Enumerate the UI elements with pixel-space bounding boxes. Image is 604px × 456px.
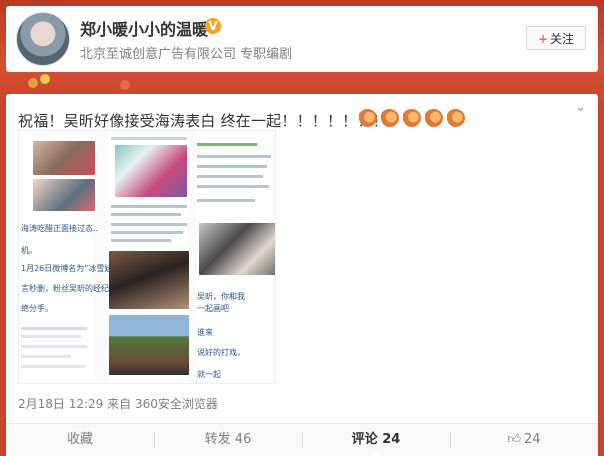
post-card: ⌄ 祝福！吴昕好像接受海涛表白 终在一起！！！！！！！ 海涛吃醋正面接过态.. … (6, 94, 598, 456)
repost-count: 46 (234, 432, 252, 447)
verify-text: 北京至诚创意广告有限公司 专职编剧 (80, 47, 293, 62)
photo-thumb (109, 315, 189, 375)
source-prefix: 来自 (107, 397, 132, 411)
text-line (197, 199, 255, 202)
clap-emoji-icon (380, 109, 399, 127)
favorite-label: 收藏 (66, 432, 93, 447)
text-line (111, 223, 187, 226)
like-count: 24 (524, 432, 541, 447)
text-line (111, 205, 187, 208)
decor-dot (40, 74, 50, 84)
follow-button[interactable]: + 关注 (526, 26, 586, 50)
avatar[interactable] (16, 12, 70, 66)
comment-count: 24 (382, 432, 401, 447)
comment-button[interactable]: 评论 24 (302, 424, 450, 456)
repost-button[interactable]: 转发 46 (154, 424, 302, 456)
photo-thumb (33, 141, 95, 175)
text-line (21, 365, 85, 368)
like-button[interactable]: 👍︎ 24 (450, 424, 598, 456)
post-source[interactable]: 360安全浏览器 (135, 397, 218, 411)
emoji-row (358, 109, 468, 131)
user-name[interactable]: 郑小暖小小的温暖 (80, 16, 208, 40)
clap-emoji-icon (446, 109, 465, 127)
clap-emoji-icon (424, 109, 443, 127)
image-column-left: 海涛吃醋正面接过态.. 机。 1月26日微博名为“冰雪娃娃 言秒删，粉丝吴昕的经… (19, 131, 133, 383)
text-line (197, 185, 269, 188)
favorite-button[interactable]: 收藏 (6, 424, 154, 456)
text-line (197, 165, 267, 168)
thumbs-up-icon: 👍︎ (507, 432, 522, 447)
decor-dot (28, 78, 38, 88)
text-line (111, 231, 183, 234)
text-line (21, 355, 71, 358)
text-line (21, 345, 87, 348)
photo-thumb (199, 223, 275, 275)
image-column-middle (109, 131, 189, 383)
decor-dot (120, 80, 130, 90)
image-snippet: 海涛吃醋正面接过态.. (21, 224, 99, 233)
image-snippet: 一起画吧 (197, 304, 229, 313)
comment-label: 评论 (351, 432, 378, 447)
clap-emoji-icon (402, 109, 421, 127)
post-text: 祝福！吴昕好像接受海涛表白 终在一起！！！！！！！ (18, 112, 388, 130)
text-line (197, 143, 257, 146)
photo-thumb (33, 179, 95, 211)
image-snippet: 机。 (21, 246, 37, 255)
text-line (197, 155, 271, 158)
image-snippet: 1月26日微博名为“冰雪娃娃 (21, 264, 121, 273)
text-line (111, 213, 181, 216)
text-line (21, 335, 81, 338)
profile-card: 郑小暖小小的温暖 V 北京至诚创意广告有限公司 专职编剧 + 关注 (6, 6, 598, 72)
text-line (197, 175, 263, 178)
photo-thumb (109, 251, 189, 309)
clap-emoji-icon (358, 109, 377, 127)
post-time[interactable]: 2月18日 12:29 (18, 397, 103, 411)
active-indicator (370, 450, 382, 456)
image-column-right: 吴昕，你和我 一起画吧 谁来 说好的打戏， 就一起 (197, 131, 275, 383)
image-snippet: 绝分手。 (21, 304, 53, 313)
image-snippet: 谁来 (197, 328, 213, 337)
text-line (111, 239, 171, 242)
chevron-down-icon[interactable]: ⌄ (575, 100, 586, 115)
post-image[interactable]: 海涛吃醋正面接过态.. 机。 1月26日微博名为“冰雪娃娃 言秒删，粉丝吴昕的经… (18, 130, 276, 384)
post-meta: 2月18日 12:29 来自 360安全浏览器 (18, 395, 218, 412)
photo-thumb (115, 145, 187, 197)
follow-label: 关注 (550, 32, 575, 46)
action-bar: 收藏 转发 46 评论 24 👍︎ 24 (6, 423, 598, 456)
image-snippet: 就一起 (197, 370, 221, 379)
text-line (21, 327, 87, 330)
image-snippet: 吴昕，你和我 (197, 292, 245, 301)
plus-icon: + (537, 32, 549, 46)
v-badge-icon: V (205, 18, 221, 34)
text-line (111, 137, 187, 140)
repost-label: 转发 (204, 432, 231, 447)
image-snippet: 说好的打戏， (197, 348, 245, 357)
